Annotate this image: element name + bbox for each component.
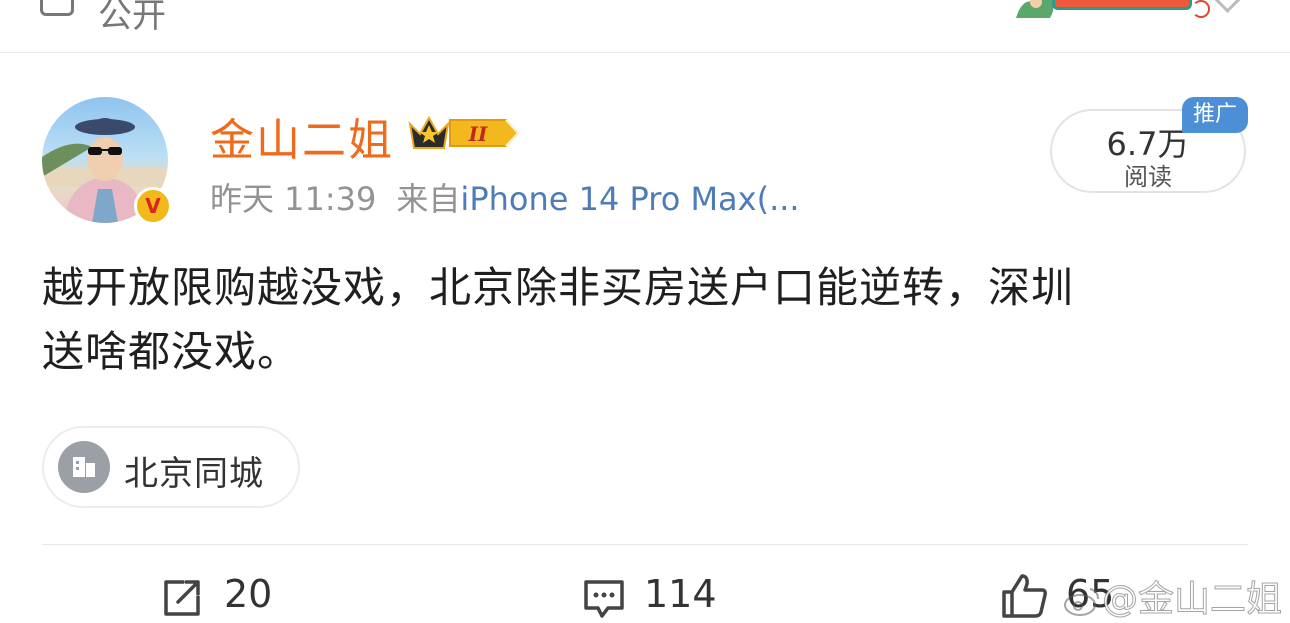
avatar[interactable]: V: [42, 97, 172, 225]
visibility-label[interactable]: 公开: [98, 0, 166, 37]
post-source-link[interactable]: iPhone 14 Pro Max(...: [460, 180, 799, 218]
visibility-icon[interactable]: [40, 0, 74, 16]
comment-count: 114: [644, 572, 717, 616]
repost-button[interactable]: 20: [160, 570, 320, 622]
post-text-line: 送啥都没戏。: [42, 327, 301, 376]
topic-tag-label: 北京同城: [124, 454, 264, 494]
weibo-logo-icon: [1064, 588, 1099, 616]
divider: [42, 544, 1248, 545]
watermark-text: @金山二姐: [1101, 579, 1283, 621]
vip-crown-icon[interactable]: II: [406, 112, 522, 154]
watermark: @金山二姐: [1062, 570, 1283, 622]
post-text-line: 越开放限购越没戏，北京除非买房送户口能逆转，深圳: [42, 263, 1075, 312]
repost-count: 20: [224, 572, 273, 616]
ad-tag: 推广: [1182, 97, 1248, 133]
post-meta: 昨天 11:39 来自iPhone 14 Pro Max(...: [210, 174, 800, 220]
post-time: 昨天 11:39: [210, 180, 377, 218]
vip-level-text: II: [468, 122, 488, 146]
topic-tag-chip[interactable]: 北京同城: [42, 426, 300, 508]
read-label: 阅读: [1124, 163, 1172, 191]
comment-button[interactable]: 114: [582, 570, 742, 622]
chevron-down-icon[interactable]: [1214, 0, 1241, 13]
repost-icon: [164, 580, 200, 616]
verified-badge-text: V: [145, 194, 161, 218]
comment-icon: [584, 580, 624, 618]
decorative-banner: [1052, 0, 1192, 10]
location-building-icon: [58, 441, 110, 493]
source-prefix: 来自: [396, 180, 461, 218]
verified-v-icon: V: [134, 187, 172, 225]
like-icon: [1002, 574, 1047, 618]
top-strip: 公开: [0, 0, 1290, 53]
post-text: 越开放限购越没戏，北京除非买房送户口能逆转，深圳 送啥都没戏。: [42, 256, 1242, 384]
author-name[interactable]: 金山二姐: [210, 104, 394, 168]
decorative-curl: [1192, 0, 1210, 18]
